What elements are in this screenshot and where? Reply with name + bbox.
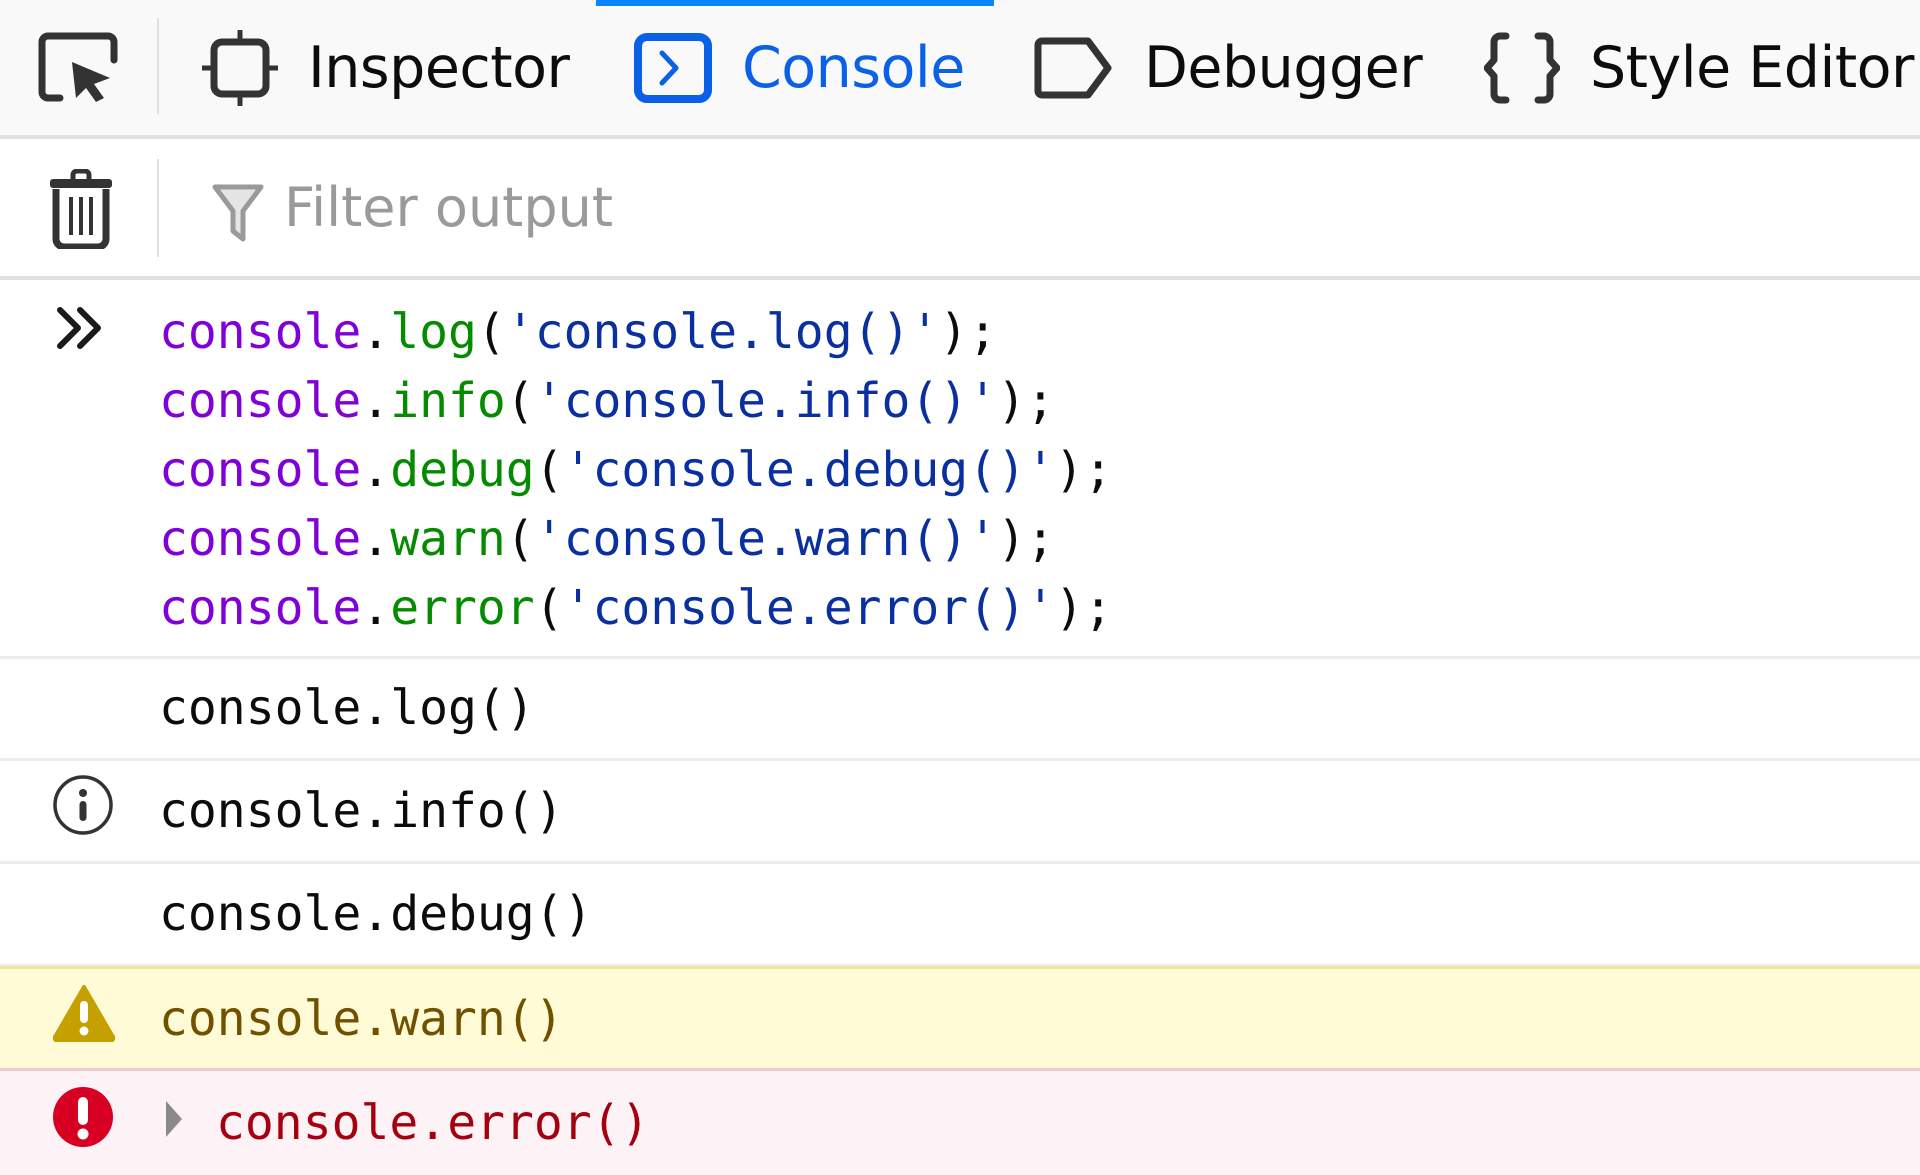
code-string: 'console.warn()'	[534, 511, 998, 567]
console-message-info[interactable]: console.info()	[0, 761, 1920, 864]
code-string: 'console.log()'	[505, 304, 940, 360]
console-input-block: console.log('console.log()'); console.inf…	[0, 280, 1920, 659]
code-object: console	[159, 580, 362, 636]
code-method: warn	[390, 511, 506, 567]
code-object: console	[159, 511, 362, 567]
filter-output-input[interactable]	[284, 167, 1784, 247]
style-editor-icon	[1484, 32, 1560, 103]
toolbar-separator	[157, 18, 159, 114]
code-string: 'console.error()'	[563, 580, 1055, 636]
code-string: 'console.info()'	[534, 373, 998, 429]
tab-label: Debugger	[1144, 34, 1423, 101]
filterbar-separator	[157, 159, 159, 257]
devtools-toolbar: Inspector Console Debugger Style Editor	[0, 0, 1920, 139]
console-filter-bar	[0, 139, 1920, 280]
code-punct: (	[505, 373, 535, 429]
code-punct: .	[361, 373, 391, 429]
message-text: console.debug()	[159, 886, 593, 942]
code-punct: (	[476, 304, 506, 360]
filter-icon	[212, 183, 264, 247]
triangle-right-icon	[166, 1101, 182, 1137]
tab-label: Console	[742, 34, 965, 101]
error-icon	[52, 1086, 114, 1160]
element-picker-icon	[38, 32, 118, 102]
console-message-debug[interactable]: console.debug()	[0, 864, 1920, 967]
tab-label: Inspector	[308, 34, 570, 101]
code-line: console.debug('console.debug()');	[159, 436, 1113, 505]
code-punct: );	[997, 373, 1055, 429]
code-line: console.error('console.error()');	[159, 574, 1113, 643]
code-method: debug	[390, 442, 535, 498]
warning-icon	[52, 984, 116, 1054]
code-object: console	[159, 442, 362, 498]
tab-debugger[interactable]: Debugger	[1034, 0, 1423, 135]
code-punct: (	[505, 511, 535, 567]
trash-icon	[50, 168, 112, 251]
code-punct: .	[361, 580, 391, 636]
element-picker-button[interactable]	[38, 32, 120, 104]
code-object: console	[159, 373, 362, 429]
message-text: console.log()	[159, 680, 535, 736]
console-message-warn[interactable]: console.warn()	[0, 966, 1920, 1071]
code-punct: .	[361, 511, 391, 567]
code-punct: );	[939, 304, 998, 360]
info-icon	[52, 774, 114, 848]
debugger-icon	[1034, 37, 1112, 98]
code-punct: (	[534, 442, 564, 498]
clear-console-button[interactable]	[46, 168, 116, 253]
code-line: console.info('console.info()');	[159, 367, 1113, 436]
tab-style-editor[interactable]: Style Editor	[1484, 0, 1914, 135]
code-punct: );	[997, 511, 1055, 567]
code-method: error	[390, 580, 535, 636]
code-punct: );	[1054, 442, 1113, 498]
message-text: console.warn()	[159, 990, 564, 1047]
tab-inspector[interactable]: Inspector	[202, 0, 570, 135]
expand-stacktrace-toggle[interactable]	[164, 1095, 184, 1151]
code-punct: .	[361, 442, 391, 498]
console-message-error[interactable]: console.error()	[0, 1071, 1920, 1175]
message-text: console.error()	[216, 1095, 650, 1151]
console-message-log[interactable]: console.log()	[0, 658, 1920, 761]
tab-console[interactable]: Console	[634, 0, 965, 135]
code-punct: );	[1054, 580, 1113, 636]
console-icon	[634, 32, 712, 103]
code-string: 'console.debug()'	[563, 442, 1055, 498]
code-method: info	[390, 373, 506, 429]
tab-label: Style Editor	[1590, 34, 1914, 101]
code-line: console.log('console.log()');	[159, 298, 1113, 367]
code-input[interactable]: console.log('console.log()'); console.inf…	[159, 298, 1113, 643]
code-punct: .	[361, 304, 391, 360]
code-method: log	[390, 304, 477, 360]
double-chevron-right-icon	[56, 306, 110, 354]
code-punct: (	[534, 580, 564, 636]
code-line: console.warn('console.warn()');	[159, 505, 1113, 574]
inspector-icon	[202, 29, 278, 106]
code-object: console	[159, 304, 362, 360]
message-text: console.info()	[159, 783, 564, 839]
